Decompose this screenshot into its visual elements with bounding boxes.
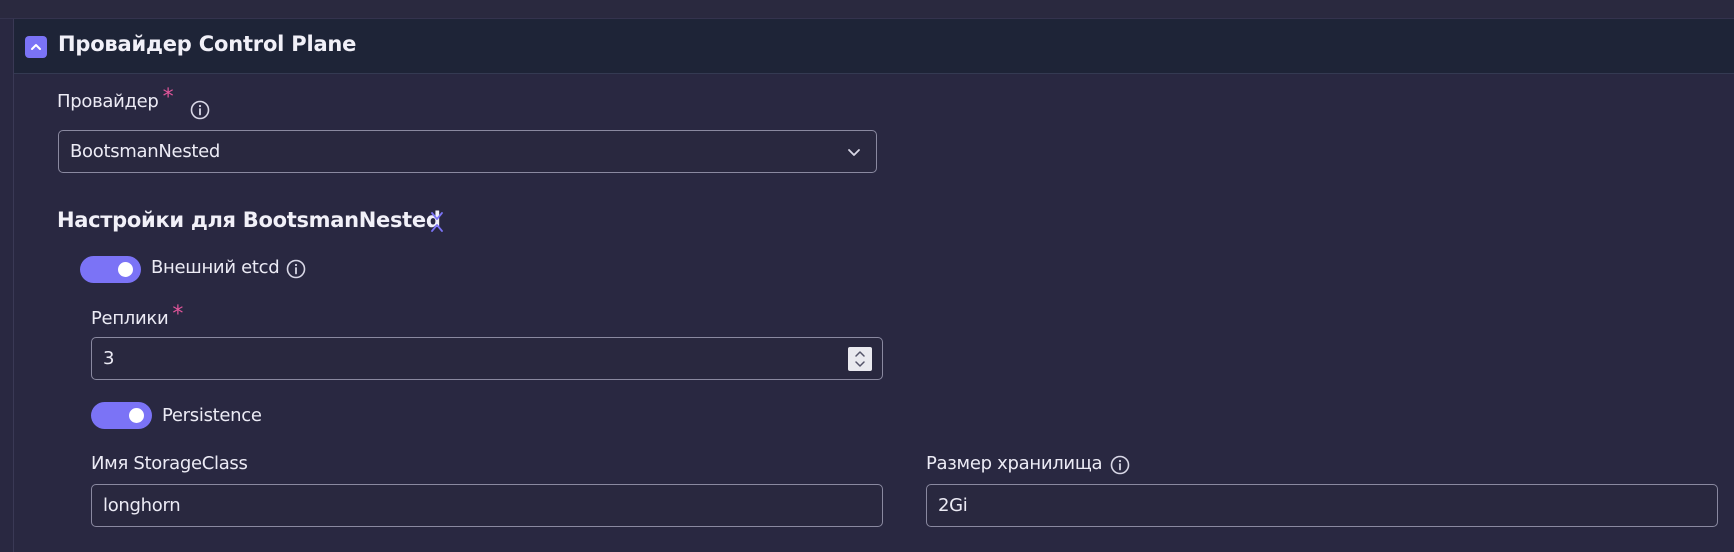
storage-class-input[interactable] (91, 484, 883, 527)
panel-header[interactable]: Провайдер Control Plane (14, 19, 1734, 74)
replicas-input[interactable] (91, 337, 883, 380)
chevron-down-icon (848, 149, 860, 156)
expand-collapse-icon[interactable] (429, 211, 445, 233)
replicas-label-text: Реплики (91, 308, 169, 329)
info-icon[interactable] (190, 100, 210, 120)
provider-label: Провайдер * (57, 85, 174, 113)
collapse-button[interactable] (25, 36, 47, 58)
info-circle-icon (190, 100, 210, 120)
info-circle-icon (286, 259, 306, 279)
storage-size-info-icon[interactable] (1110, 455, 1130, 475)
storage-size-input[interactable] (926, 484, 1718, 527)
storage-size-text-input[interactable] (938, 495, 1640, 516)
required-mark: * (162, 85, 174, 110)
provider-label-text: Провайдер (57, 91, 159, 112)
storage-class-text-input[interactable] (103, 495, 805, 516)
panel-title: Провайдер Control Plane (58, 32, 357, 56)
settings-title: Настройки для BootsmanNested (57, 208, 441, 232)
replicas-stepper[interactable] (848, 347, 872, 371)
control-plane-panel: Провайдер Control Plane (13, 19, 1734, 552)
provider-select-value: BootsmanNested (70, 141, 221, 162)
required-mark: * (172, 302, 184, 327)
top-strip (0, 0, 1734, 19)
storage-size-label: Размер хранилища (926, 453, 1103, 474)
stepper-icon (855, 351, 865, 367)
external-etcd-toggle[interactable] (80, 256, 141, 283)
replicas-number-input[interactable] (103, 348, 805, 369)
provider-select[interactable]: BootsmanNested (58, 130, 877, 173)
persistence-toggle[interactable] (91, 402, 152, 429)
info-circle-icon (1110, 455, 1130, 475)
toggle-knob (129, 408, 144, 423)
external-etcd-label: Внешний etcd (151, 257, 280, 278)
replicas-label: Реплики * (91, 302, 184, 330)
persistence-label: Persistence (162, 405, 262, 426)
toggle-knob (118, 262, 133, 277)
storage-class-label: Имя StorageClass (91, 453, 248, 474)
chevron-up-icon (31, 44, 41, 50)
external-etcd-info-icon[interactable] (286, 259, 306, 279)
page: Провайдер Control Plane Провайдер * Boots… (0, 0, 1734, 552)
